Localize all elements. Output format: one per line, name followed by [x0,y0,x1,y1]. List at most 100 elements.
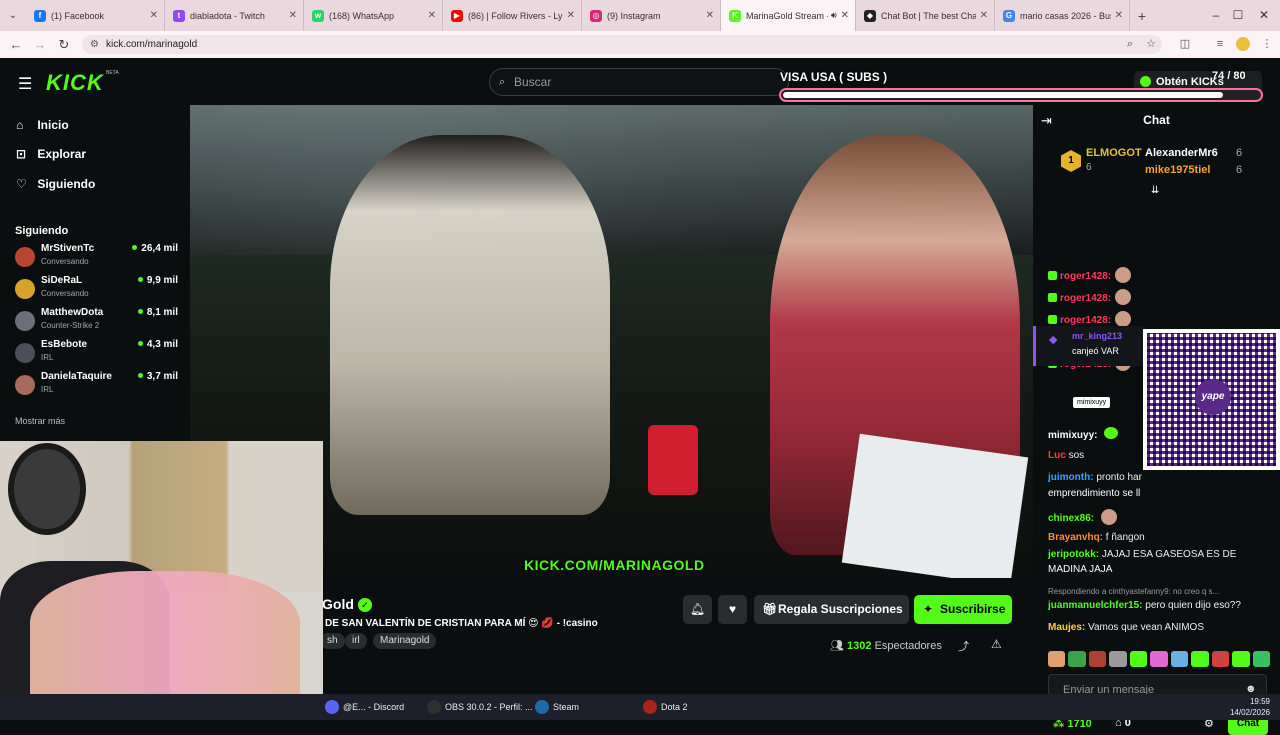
tag-chip[interactable]: irl [345,633,367,649]
channel-name: DanielaTaquire [41,371,112,382]
follow-heart-button[interactable]: ♥ [718,595,747,624]
tab-search-icon[interactable]: ⌄ [0,10,26,21]
following-channel-item[interactable]: MrStivenTc Conversando 26,4 mil [15,243,180,275]
chat-username[interactable]: juanmanuelchfer15: [1048,600,1142,611]
facebook-icon: f [34,9,46,22]
browser-tab[interactable]: t diabladota - Twitch ✕ [165,0,304,31]
forward-button[interactable]: → [28,37,52,52]
share-icon[interactable]: ⤴ [958,638,969,654]
gifter-name[interactable]: mike1975tiel 6 [1145,164,1242,176]
following-channel-item[interactable]: SiDeRaL Conversando 9,9 mil [15,275,180,307]
chat-username[interactable]: roger1428: [1060,315,1111,326]
site-info-icon[interactable]: ⚙ [90,35,99,54]
chat-username[interactable]: chinex86: [1048,513,1094,524]
close-window-button[interactable]: ✕ [1244,0,1280,31]
tag-chip[interactable]: sh [320,633,345,649]
emote-icon[interactable] [1068,651,1086,667]
emote-icon[interactable] [1109,651,1127,667]
show-more-link[interactable]: Mostrar más [15,416,65,426]
chat-username[interactable]: Maujes: [1048,622,1085,633]
nav-label: Siguiendo [37,177,96,191]
notification-bell-button[interactable]: 🔔︎ [683,595,712,624]
close-tab-icon[interactable]: ✕ [841,10,849,21]
kick-logo[interactable]: KICK [46,70,104,96]
chat-username[interactable]: mimixuyy: [1048,430,1097,441]
search-input[interactable]: ⌕ Buscar [489,68,789,96]
following-channel-item[interactable]: MatthewDota Counter-Strike 2 8,1 mil [15,307,180,339]
back-button[interactable]: ← [4,37,28,52]
subscribe-button[interactable]: ✦ Suscribirse [914,595,1012,624]
new-tab-button[interactable]: + [1130,8,1154,24]
emote-icon[interactable] [1150,651,1168,667]
menu-icon[interactable]: ☰ [18,74,32,94]
browser-tab[interactable]: Gmario casas 2026 - Busca ✕ [995,0,1130,31]
kick-icon: K [729,9,741,22]
close-tab-icon[interactable]: ✕ [706,10,714,21]
taskbar-app[interactable]: @E... - Discord [325,694,404,720]
taskbar-app[interactable]: Steam [535,694,579,720]
tab-title: MarinaGold Stream - [746,10,828,21]
browser-tab[interactable]: w (168) WhatsApp ✕ [304,0,443,31]
browser-tab[interactable]: K MarinaGold Stream - 🔊︎ ✕ [721,0,856,31]
close-tab-icon[interactable]: ✕ [567,10,575,21]
chat-message: mimixuyy: [1048,427,1121,442]
media-controls-icon[interactable]: ≡ [1213,37,1227,51]
emote-icon[interactable] [1232,651,1250,667]
emote-icon[interactable] [1211,651,1230,667]
nav-explorar[interactable]: ⊡ Explorar [16,147,86,167]
taskbar-app[interactable]: OBS 30.0.2 - Perfil: ... [427,694,533,720]
emote-icon[interactable] [1129,651,1148,667]
bookmark-star-icon[interactable]: ☆ [1144,37,1158,51]
profile-avatar[interactable] [1236,37,1250,51]
following-channel-item[interactable]: EsBebote IRL 4,3 mil [15,339,180,371]
following-channel-item[interactable]: DanielaTaquire IRL 3,7 mil [15,371,180,403]
tag-chip[interactable]: Marinagold [373,633,437,649]
chat-username[interactable]: roger1428: [1060,293,1111,304]
emote-icon[interactable] [1048,651,1066,667]
redeem-user[interactable]: mr_king213 [1072,331,1122,341]
reload-button[interactable]: ↻ [52,37,76,53]
close-tab-icon[interactable]: ✕ [289,10,297,21]
chat-username[interactable]: jeripotokk: [1048,549,1099,560]
taskbar-app[interactable]: Dota 2 [643,694,688,720]
close-tab-icon[interactable]: ✕ [980,10,988,21]
browser-menu-icon[interactable]: ⋮ [1260,37,1274,51]
obs-icon [427,700,441,714]
close-tab-icon[interactable]: ✕ [1115,10,1123,21]
close-tab-icon[interactable]: ✕ [150,10,158,21]
zoom-icon[interactable]: ⌕ [1123,37,1137,51]
nav-siguiendo[interactable]: ♡ Siguiendo [16,177,95,197]
report-warning-icon[interactable]: ⚠ [991,637,1002,651]
close-tab-icon[interactable]: ✕ [428,10,436,21]
browser-tab[interactable]: ◎ (9) Instagram ✕ [582,0,721,31]
expand-gifters-icon[interactable]: ⇊ [1151,185,1159,196]
following-section-title: Siguiendo [15,225,69,237]
nav-inicio[interactable]: ⌂ Inicio [16,118,69,138]
sub-goal-label: VISA USA ( SUBS ) [780,70,888,84]
chat-username[interactable]: roger1428: [1060,271,1111,282]
chat-username[interactable]: juimonth: [1048,472,1094,483]
chat-username[interactable]: Brayanvhq: [1048,532,1103,543]
dota-icon [643,700,657,714]
browser-tab[interactable]: ▶ (86) | Follow Rivers - Lykk ✕ [443,0,582,31]
instagram-icon: ◎ [590,9,602,22]
kicks-coin-icon [1140,76,1151,87]
emote-icon[interactable] [1170,651,1189,667]
audio-icon[interactable]: 🔊︎ [831,10,837,21]
browser-tab[interactable]: ◆ Chat Bot | The best ChatB ✕ [856,0,995,31]
chat-username[interactable]: Luc [1048,450,1066,461]
chat-message: Luc sos [1048,449,1084,462]
channel-name[interactable]: Gold ✓ [322,596,372,612]
emote-icon[interactable] [1088,651,1107,667]
sub-goal-count: 74 / 80 [1212,70,1246,82]
browser-tab[interactable]: f (1) Facebook ✕ [26,0,165,31]
emote-icon[interactable] [1191,651,1209,667]
top-gifter-name[interactable]: ELMOGOT [1086,147,1142,159]
chat-text: MADINA JAJA [1048,564,1113,575]
top-gifter-rank-badge: 1 [1061,150,1081,172]
url-bar[interactable]: ⚙ kick.com/marinagold [82,35,1162,54]
extensions-icon[interactable]: ◫ [1178,37,1192,51]
gifter-name[interactable]: AlexanderMr6 6 [1145,147,1242,159]
gift-subs-button[interactable]: 🎁︎ Regala Suscripciones [754,595,909,624]
emote-icon[interactable] [1252,651,1270,667]
